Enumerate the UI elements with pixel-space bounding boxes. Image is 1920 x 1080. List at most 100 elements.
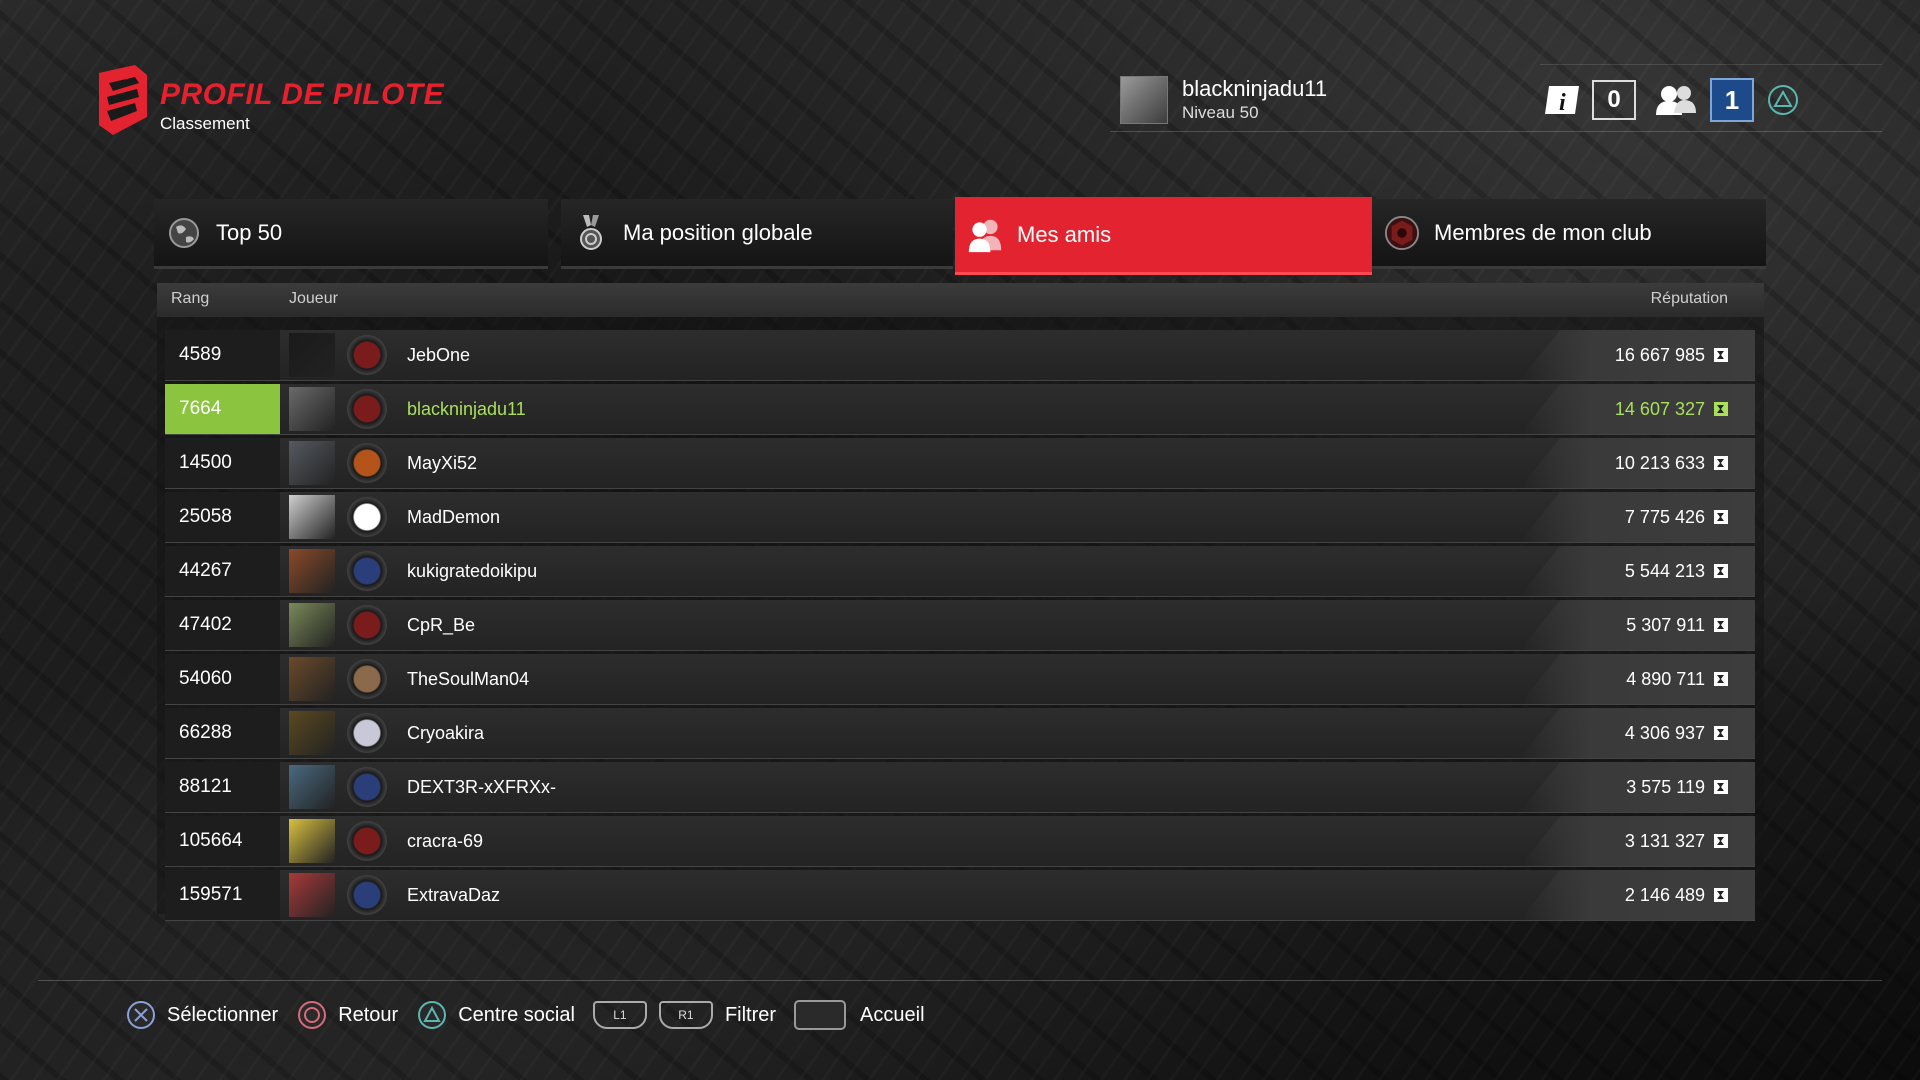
user-name: blackninjadu11 bbox=[1182, 76, 1328, 101]
reputation-icon bbox=[1714, 888, 1728, 902]
club-icon bbox=[1384, 215, 1420, 251]
tab-global-position[interactable]: Ma position globale bbox=[561, 199, 953, 269]
header-divider-top bbox=[1540, 64, 1882, 65]
player-name: DEXT3R-xXFRXx- bbox=[407, 777, 557, 797]
header-divider bbox=[1110, 131, 1882, 132]
filter-label: Filtrer bbox=[724, 1003, 777, 1026]
page-title: PROFIL DE PILOTE bbox=[160, 78, 445, 111]
triangle-button-icon bbox=[416, 999, 448, 1031]
reputation-icon bbox=[1714, 564, 1728, 578]
rank-cell: 44267 bbox=[165, 546, 280, 596]
player-avatar bbox=[289, 765, 335, 809]
table-header: Rang Joueur Réputation bbox=[157, 283, 1764, 317]
medal-icon bbox=[573, 214, 609, 251]
rank-cell: 159571 bbox=[165, 870, 280, 920]
user-level: Niveau 50 bbox=[1182, 103, 1259, 122]
reputation-value: 3 575 119 bbox=[1626, 777, 1705, 797]
tab-label: Top 50 bbox=[216, 219, 283, 245]
leaderboard-rows: 4589 JebOne 16 667 985 7664 blackninjadu11 14… bbox=[165, 330, 1755, 924]
table-row[interactable]: 66288 Cryoakira 4 306 937 bbox=[165, 708, 1755, 759]
back-label: Retour bbox=[338, 1003, 399, 1026]
table-row[interactable]: 88121 DEXT3R-xXFRXx- 3 575 119 bbox=[165, 762, 1755, 813]
player-avatar bbox=[289, 441, 335, 485]
player-name: blackninjadu11 bbox=[407, 399, 526, 419]
rank-cell: 25058 bbox=[165, 492, 280, 542]
info-icon[interactable]: i bbox=[1542, 78, 1582, 122]
table-row[interactable]: 4589 JebOne 16 667 985 bbox=[165, 330, 1755, 381]
tab-label: Ma position globale bbox=[623, 219, 813, 245]
rank-cell: 47402 bbox=[165, 600, 280, 650]
notification-count[interactable]: 1 bbox=[1710, 78, 1754, 122]
friends-icon bbox=[967, 217, 1003, 253]
club-badge-icon bbox=[347, 713, 387, 753]
triangle-icon[interactable] bbox=[1765, 78, 1801, 122]
club-badge-icon bbox=[347, 605, 387, 645]
player-name: MayXi52 bbox=[407, 453, 478, 473]
reputation-value: 3 131 327 bbox=[1624, 831, 1705, 851]
select-label: Sélectionner bbox=[167, 1003, 279, 1026]
player-name: Cryoakira bbox=[407, 723, 485, 743]
reputation-value: 10 213 633 bbox=[1614, 453, 1705, 473]
reputation-icon bbox=[1714, 348, 1728, 362]
l1-button-icon: L1 bbox=[592, 1001, 647, 1029]
select-prompt[interactable]: Sélectionner bbox=[125, 999, 278, 1031]
player-name: MadDemon bbox=[407, 507, 501, 527]
column-header-player: Joueur bbox=[289, 290, 338, 307]
tab-label: Mes amis bbox=[1017, 221, 1112, 247]
user-avatar bbox=[1120, 76, 1168, 124]
rank-cell: 54060 bbox=[165, 654, 280, 704]
player-name: kukigratedoikipu bbox=[407, 561, 538, 581]
table-row[interactable]: 159571 ExtravaDaz 2 146 489 bbox=[165, 870, 1755, 921]
tab-club-members[interactable]: Membres de mon club bbox=[1372, 199, 1766, 269]
tab-label: Membres de mon club bbox=[1434, 219, 1652, 245]
club-badge-icon bbox=[347, 875, 387, 915]
player-avatar bbox=[289, 495, 335, 539]
back-prompt[interactable]: Retour bbox=[296, 999, 398, 1031]
reputation-icon bbox=[1714, 780, 1728, 794]
reputation-icon bbox=[1714, 726, 1728, 740]
globe-icon bbox=[166, 215, 202, 251]
rank-cell: 7664 bbox=[165, 384, 280, 434]
home-prompt[interactable]: Accueil bbox=[794, 1000, 925, 1030]
count-badge[interactable]: 0 bbox=[1592, 80, 1636, 120]
r1-button-icon: R1 bbox=[658, 1001, 713, 1029]
player-avatar bbox=[289, 819, 335, 863]
touchpad-button-icon bbox=[794, 1000, 847, 1030]
club-badge-icon bbox=[347, 335, 387, 375]
social-hub-label: Centre social bbox=[458, 1003, 575, 1026]
player-avatar bbox=[289, 333, 335, 377]
filter-prompt[interactable]: L1 R1 Filtrer bbox=[592, 1001, 777, 1029]
table-row[interactable]: 54060 TheSoulMan04 4 890 711 bbox=[165, 654, 1755, 705]
friends-icon[interactable] bbox=[1652, 78, 1700, 122]
club-badge-icon bbox=[347, 389, 387, 429]
driveclub-logo bbox=[99, 65, 147, 135]
table-row-current-user[interactable]: 7664 blackninjadu11 14 607 327 bbox=[165, 384, 1755, 435]
player-name: TheSoulMan04 bbox=[407, 669, 530, 689]
table-row[interactable]: 47402 CpR_Be 5 307 911 bbox=[165, 600, 1755, 651]
social-hub-prompt[interactable]: Centre social bbox=[416, 999, 575, 1031]
column-header-reputation: Réputation bbox=[1650, 290, 1728, 307]
table-row[interactable]: 105664 cracra-69 3 131 327 bbox=[165, 816, 1755, 867]
player-avatar bbox=[289, 603, 335, 647]
reputation-icon bbox=[1714, 834, 1728, 848]
table-row[interactable]: 44267 kukigratedoikipu 5 544 213 bbox=[165, 546, 1755, 597]
page-subtitle: Classement bbox=[160, 114, 250, 133]
table-row[interactable]: 25058 MadDemon 7 775 426 bbox=[165, 492, 1755, 543]
tab-my-friends[interactable]: Mes amis bbox=[955, 197, 1372, 275]
player-avatar bbox=[289, 873, 335, 917]
tab-top-50[interactable]: Top 50 bbox=[154, 199, 548, 269]
club-badge-icon bbox=[347, 767, 387, 807]
player-avatar bbox=[289, 549, 335, 593]
club-badge-icon bbox=[347, 551, 387, 591]
rank-cell: 4589 bbox=[165, 330, 280, 380]
player-avatar bbox=[289, 657, 335, 701]
rank-cell: 66288 bbox=[165, 708, 280, 758]
button-prompt-bar: Sélectionner Retour Centre social L1 R1 … bbox=[125, 990, 943, 1040]
reputation-value: 16 667 985 bbox=[1614, 345, 1705, 365]
circle-button-icon bbox=[296, 999, 328, 1031]
reputation-icon bbox=[1714, 456, 1728, 470]
home-label: Accueil bbox=[860, 1003, 925, 1026]
player-name: cracra-69 bbox=[407, 831, 484, 851]
table-row[interactable]: 14500 MayXi52 10 213 633 bbox=[165, 438, 1755, 489]
cross-button-icon bbox=[125, 999, 157, 1031]
